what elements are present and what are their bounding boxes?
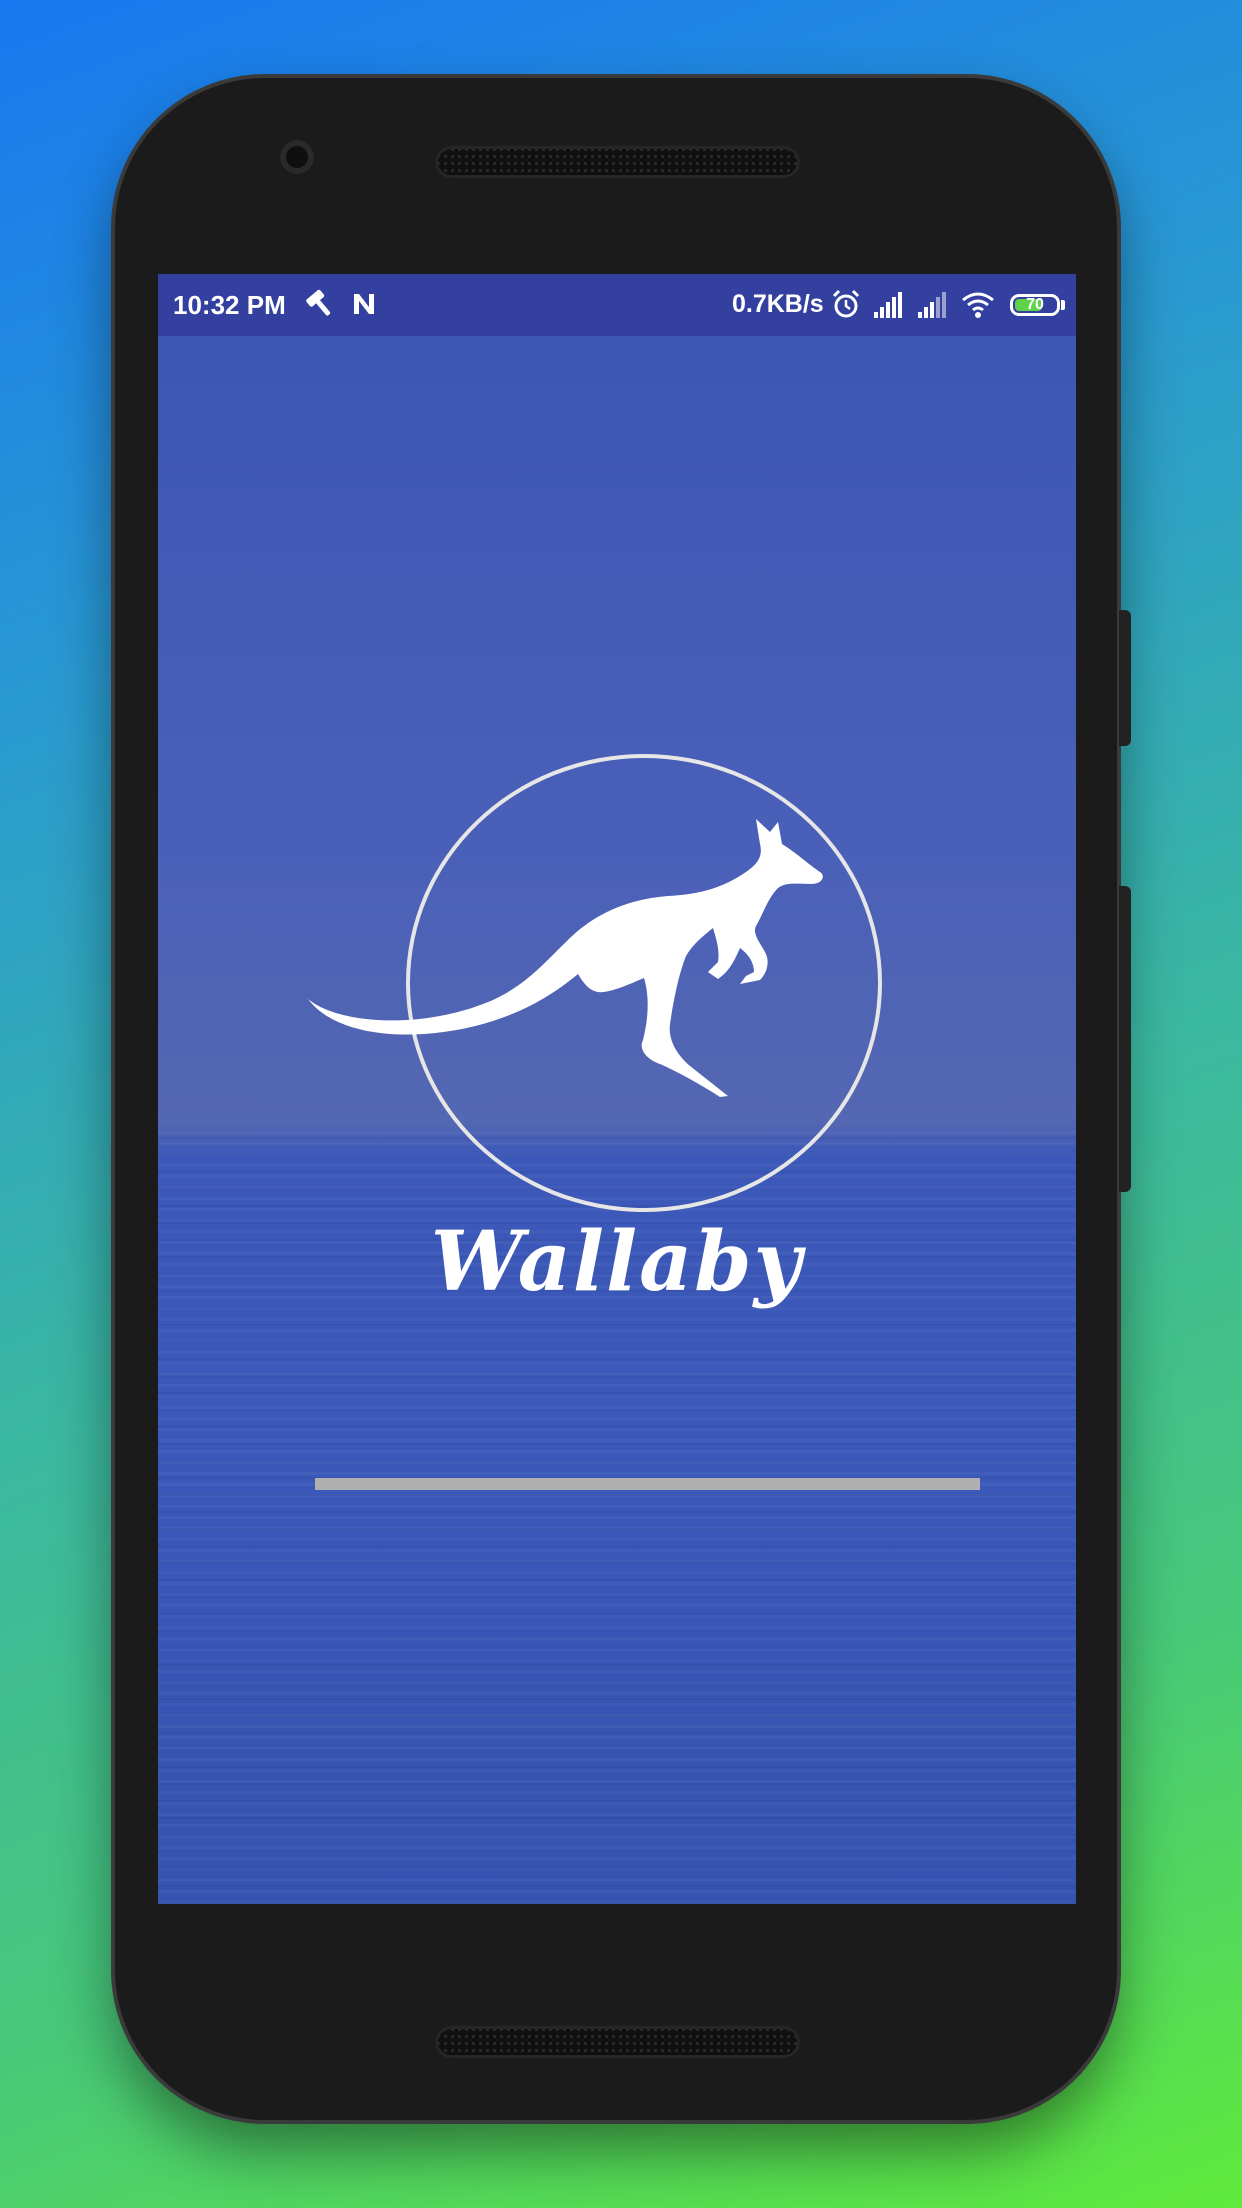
top-speaker bbox=[435, 146, 800, 178]
battery-level: 70 bbox=[1026, 296, 1044, 313]
battery-terminal bbox=[1061, 300, 1065, 310]
battery-icon: 70 bbox=[1010, 294, 1060, 316]
loading-progress-bar bbox=[315, 1478, 980, 1490]
volume-button bbox=[1119, 610, 1131, 746]
status-bar: 10:32 PM 0.7KB/s 70 bbox=[158, 274, 1076, 336]
status-time: 10:32 PM bbox=[173, 290, 286, 320]
hammer-icon bbox=[306, 289, 331, 316]
signal-icon bbox=[918, 292, 946, 318]
network-speed: 0.7KB/s bbox=[732, 290, 824, 318]
kangaroo-icon bbox=[308, 819, 823, 1097]
app-name: Wallaby bbox=[430, 1214, 804, 1310]
power-button bbox=[1119, 886, 1131, 1192]
alarm-icon bbox=[832, 289, 860, 318]
signal-icon bbox=[874, 292, 902, 318]
front-camera bbox=[280, 140, 314, 174]
n-notification-icon bbox=[354, 294, 374, 314]
app-screen: 10:32 PM 0.7KB/s 70 Wallaby bbox=[158, 274, 1076, 1904]
bottom-speaker bbox=[435, 2026, 800, 2058]
wifi-icon bbox=[962, 292, 994, 318]
